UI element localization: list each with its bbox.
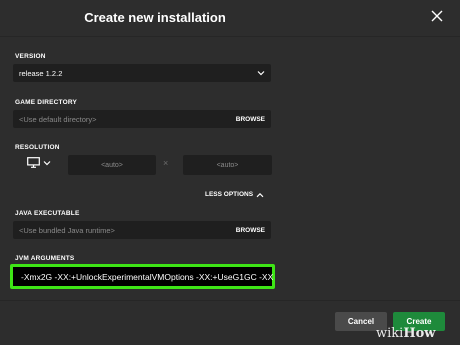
- watermark-part1: wiki: [376, 326, 404, 341]
- java-executable-label: JAVA EXECUTABLE: [15, 210, 80, 217]
- less-options-label: LESS OPTIONS: [205, 191, 254, 198]
- close-icon[interactable]: [430, 9, 444, 23]
- jvm-arguments-label: JVM ARGUMENTS: [15, 255, 75, 262]
- java-executable-field[interactable]: <Use bundled Java runtime> BROWSE: [13, 221, 271, 239]
- footer-divider: [0, 300, 460, 301]
- resolution-width-placeholder: <auto>: [101, 161, 123, 169]
- resolution-label: RESOLUTION: [15, 144, 60, 151]
- wikihow-watermark: wikiHow: [376, 326, 435, 341]
- header-divider: [0, 36, 460, 37]
- game-directory-placeholder: <Use default directory>: [19, 114, 97, 124]
- version-label: VERSION: [15, 53, 46, 60]
- monitor-icon: [27, 157, 40, 168]
- version-value: release 1.2.2: [19, 68, 63, 78]
- chevron-up-icon: [256, 192, 264, 197]
- resolution-height-placeholder: <auto>: [216, 161, 239, 169]
- jvm-arguments-value: -Xmx2G -XX:+UnlockExperimentalVMOptions …: [21, 272, 273, 282]
- less-options-toggle[interactable]: LESS OPTIONS: [205, 191, 264, 198]
- game-directory-browse-button[interactable]: BROWSE: [236, 116, 265, 123]
- create-installation-dialog: Create new installation VERSION release …: [0, 0, 460, 345]
- chevron-down-icon: [43, 160, 51, 165]
- watermark-part2: How: [403, 326, 436, 341]
- resolution-separator: ×: [163, 158, 169, 168]
- dialog-title: Create new installation: [84, 10, 226, 25]
- resolution-width-input[interactable]: <auto>: [68, 155, 156, 175]
- java-executable-browse-button[interactable]: BROWSE: [236, 227, 265, 234]
- chevron-down-icon: [257, 71, 265, 76]
- resolution-height-input[interactable]: <auto>: [183, 155, 272, 175]
- resolution-preset-dropdown[interactable]: [27, 157, 51, 168]
- jvm-arguments-field[interactable]: -Xmx2G -XX:+UnlockExperimentalVMOptions …: [10, 264, 275, 289]
- version-select[interactable]: release 1.2.2: [13, 64, 271, 82]
- java-executable-placeholder: <Use bundled Java runtime>: [19, 225, 115, 235]
- game-directory-label: GAME DIRECTORY: [15, 99, 78, 106]
- game-directory-field[interactable]: <Use default directory> BROWSE: [13, 110, 271, 128]
